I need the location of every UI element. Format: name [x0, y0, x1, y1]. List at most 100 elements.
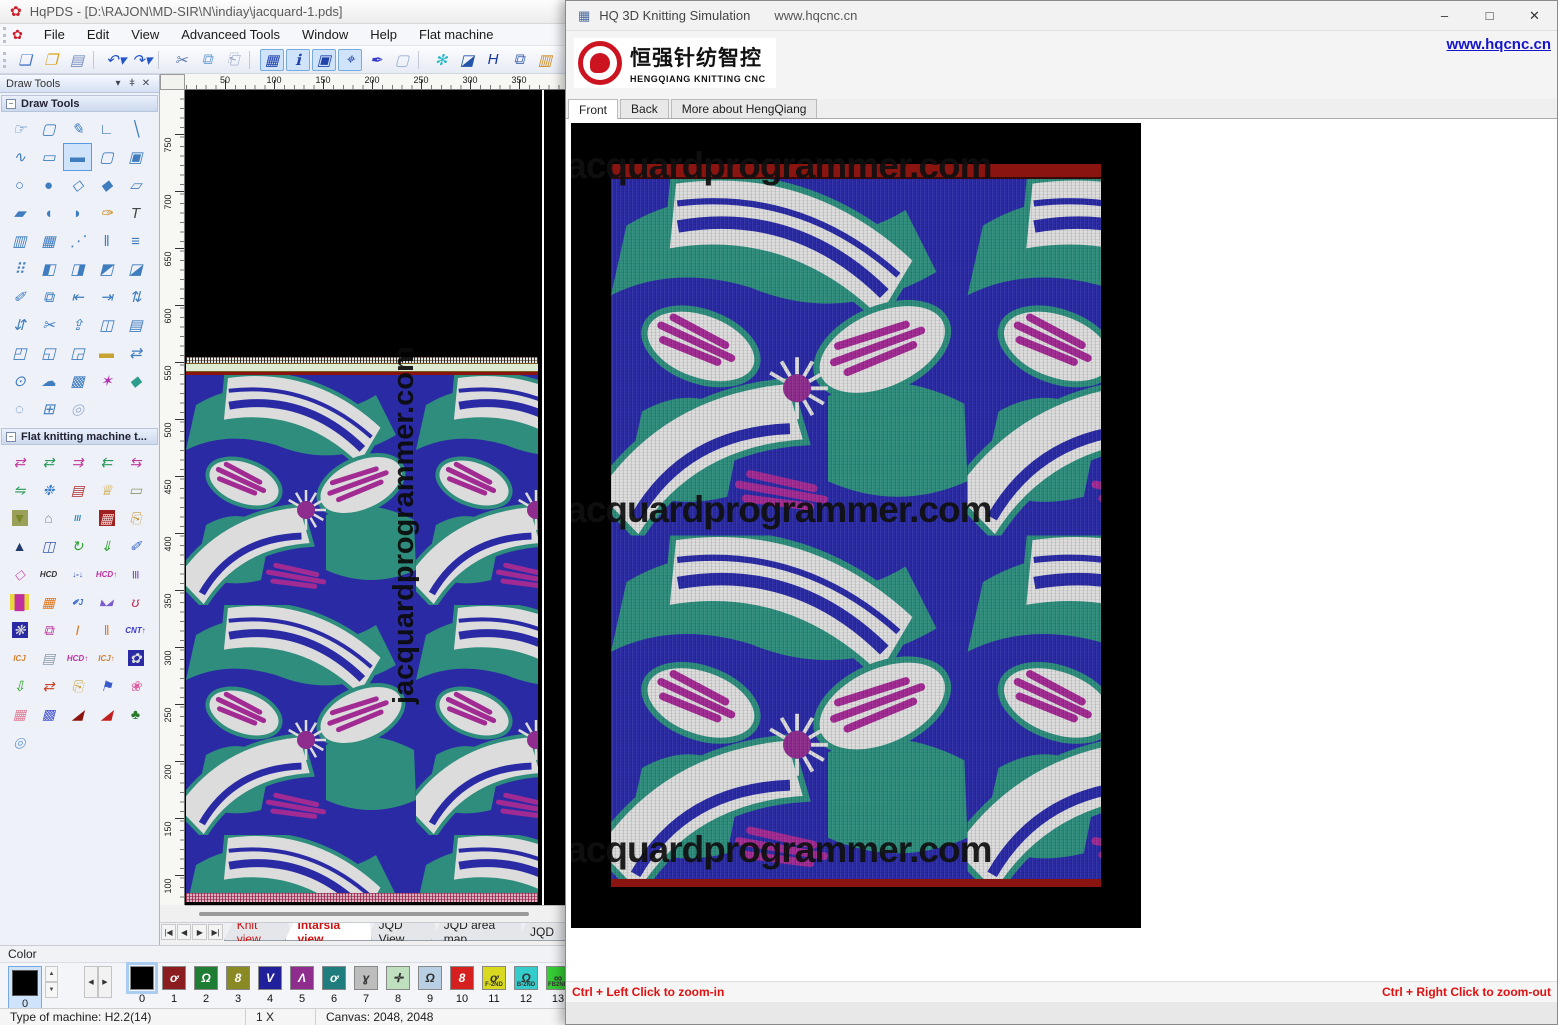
palette-prev-icon[interactable]: ◀	[84, 966, 98, 998]
diagonal-dots-tool[interactable]: ⋰	[63, 227, 92, 255]
transfer-back-front-tool[interactable]: ⇄	[34, 448, 63, 476]
undo-button[interactable]: ↶▾	[104, 49, 128, 71]
tab-nav-next-icon[interactable]: ▶	[192, 924, 207, 940]
find-button[interactable]: H	[481, 49, 505, 71]
panel-dropdown-icon[interactable]: ▾	[111, 78, 125, 89]
eraser-tool[interactable]: ◆	[121, 367, 150, 395]
menu-item[interactable]: View	[120, 24, 170, 45]
insert-rows-tool[interactable]: ⇪	[63, 311, 92, 339]
door-insert-tool[interactable]: ◫	[34, 532, 63, 560]
transfer-mix-tool[interactable]: ⇆	[121, 448, 150, 476]
machine-tools-section-header[interactable]: − Flat knitting machine t...	[1, 428, 158, 445]
target-rings-tool[interactable]: ◎	[5, 728, 34, 756]
tab-nav-prev-icon[interactable]: ◀	[177, 924, 192, 940]
steps-red-tool[interactable]: ◢	[63, 700, 92, 728]
dot-grid-tool[interactable]: ▦	[34, 227, 63, 255]
color-swatch-11[interactable]: ơF-2ND 11	[478, 966, 510, 1005]
transfer-right-tool[interactable]: ⇉	[63, 448, 92, 476]
toolbar-separator[interactable]	[158, 51, 165, 69]
hcd-insert-tool[interactable]: HCD	[34, 560, 63, 588]
frame-left-tool[interactable]: ◰	[5, 339, 34, 367]
garment-panel-tool[interactable]: ▼	[5, 504, 34, 532]
hqcnc-link[interactable]: www.hqcnc.cn	[1447, 36, 1551, 53]
palette-next-icon[interactable]: ▶	[98, 966, 112, 998]
marquee-button[interactable]: ▢	[390, 49, 414, 71]
transfer-front-back-tool[interactable]: ⇄	[5, 448, 34, 476]
crown-link-tool[interactable]: ♕	[92, 476, 121, 504]
color-swatch-7[interactable]: ɣ 7	[350, 966, 382, 1005]
curve-tool[interactable]: ∿	[5, 143, 34, 171]
ellipse-tool[interactable]: ○	[5, 171, 34, 199]
m-a-marks-tool[interactable]: ◣◢	[92, 588, 121, 616]
chart-button[interactable]: ▥	[533, 49, 557, 71]
double-bars-tool[interactable]: ‖	[92, 227, 121, 255]
toolbar-separator[interactable]	[249, 51, 256, 69]
fill-gradient-tool[interactable]: ◩	[92, 255, 121, 283]
pattern-block-tool[interactable]: ▦	[92, 504, 121, 532]
color-book-tool[interactable]: ▤	[63, 476, 92, 504]
eyedropper-tool[interactable]: ✑	[92, 199, 121, 227]
canvas-hscrollbar[interactable]	[185, 905, 567, 922]
horizontal-bars-tool[interactable]: ≡	[121, 227, 150, 255]
multi-grid-tool[interactable]: ⊞	[34, 395, 63, 423]
filled-polygon-tool[interactable]: ◗	[63, 199, 92, 227]
snow-tile-tool[interactable]: ❋	[5, 616, 34, 644]
color-swatch-12[interactable]: ΩB-2ND 12	[510, 966, 542, 1005]
fill-solid-tool[interactable]: ◧	[34, 255, 63, 283]
align-left-tool[interactable]: ⇤	[63, 283, 92, 311]
tab-nav-first-icon[interactable]: |◀	[161, 924, 176, 940]
select-tool[interactable]: ☞	[5, 115, 34, 143]
color-spin-down-icon[interactable]: ▼	[45, 982, 58, 998]
diamond-tool[interactable]: ◇	[63, 171, 92, 199]
frame-outer-tool[interactable]: ◫	[92, 311, 121, 339]
sim-tab-back[interactable]: Back	[620, 99, 669, 118]
collapse-icon[interactable]: −	[6, 432, 16, 442]
center-toggle[interactable]: ⌖	[338, 49, 362, 71]
icj-up-tool[interactable]: ICJ↑	[92, 644, 121, 672]
grid-toggle[interactable]: ▦	[260, 49, 284, 71]
zoom-tool[interactable]: ⊙	[5, 367, 34, 395]
distribute-columns-tool[interactable]: ⇵	[5, 311, 34, 339]
maximize-icon[interactable]: □	[1467, 1, 1512, 30]
tab-jqd[interactable]: JQD	[517, 923, 567, 941]
menu-item[interactable]: File	[33, 24, 76, 45]
polyline-tool[interactable]: ∟	[92, 115, 121, 143]
filled-ellipse-tool[interactable]: ●	[34, 171, 63, 199]
needle-stripes-tool[interactable]: |||	[121, 560, 150, 588]
fill-pattern-tool[interactable]: ◨	[63, 255, 92, 283]
arrow-plant-tool[interactable]: ⇩	[5, 672, 34, 700]
screwdriver-tool[interactable]: ✐	[121, 532, 150, 560]
pages-button[interactable]: ⧉	[507, 49, 531, 71]
marquee-select-tool[interactable]: ▢	[34, 115, 63, 143]
rounded-rect-tool[interactable]: ▢	[92, 143, 121, 171]
draw-tools-section-header[interactable]: − Draw Tools	[1, 95, 158, 112]
tab-intarsia-view[interactable]: Intarsia view	[285, 923, 372, 941]
rotate-green-tool[interactable]: ↻	[63, 532, 92, 560]
copy-button[interactable]: ⧉	[195, 49, 219, 71]
menu-item[interactable]: Edit	[76, 24, 120, 45]
color-swatch-2[interactable]: Ω 2	[190, 966, 222, 1005]
target-tool[interactable]: ◎	[63, 395, 92, 423]
filled-rectangle-tool[interactable]: ▬	[63, 143, 92, 171]
cloud-tool[interactable]: ☁	[34, 367, 63, 395]
duplicate-tool[interactable]: ⧉	[34, 283, 63, 311]
sim-tab-more[interactable]: More about HengQiang	[671, 99, 818, 118]
frame-box-tool[interactable]: ◲	[63, 339, 92, 367]
pen-fill-tool[interactable]: ✐	[5, 283, 34, 311]
menu-item[interactable]: Flat machine	[408, 24, 504, 45]
rectangle-tool[interactable]: ▭	[34, 143, 63, 171]
bed-view-tool[interactable]: ▤	[34, 644, 63, 672]
color-spin-up-icon[interactable]: ▲	[45, 966, 58, 982]
info-toggle[interactable]: ℹ	[286, 49, 310, 71]
toolbar-separator[interactable]	[93, 51, 100, 69]
frame-bottom-tool[interactable]: ▤	[121, 311, 150, 339]
pen-tool-button[interactable]: ✒	[364, 49, 388, 71]
text-tool[interactable]: T	[121, 199, 150, 227]
needle-bars-tool[interactable]: III	[63, 504, 92, 532]
orange-bars-tool[interactable]: ‖	[92, 616, 121, 644]
filled-parallelogram-tool[interactable]: ▰	[5, 199, 34, 227]
align-right-tool[interactable]: ⇥	[92, 283, 121, 311]
dock-grip[interactable]	[3, 52, 8, 68]
pencil-tool[interactable]: ✎	[63, 115, 92, 143]
close-icon[interactable]: ✕	[1512, 1, 1557, 30]
